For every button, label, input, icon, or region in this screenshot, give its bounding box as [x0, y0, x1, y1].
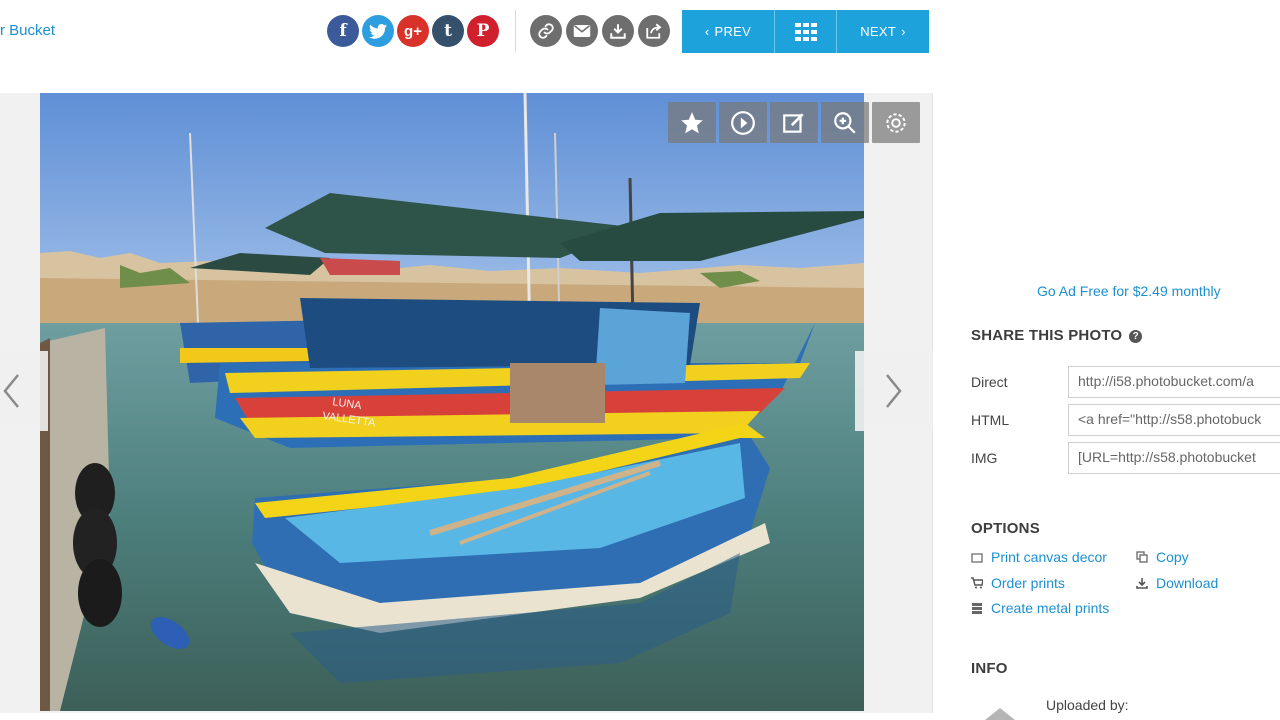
share-label-html: HTML — [971, 412, 1010, 428]
twitter-icon[interactable] — [362, 15, 394, 47]
metal-print-icon — [972, 603, 982, 614]
prev-button[interactable]: ‹ PREV — [682, 10, 774, 53]
img-code-field[interactable]: [URL=http://s58.photobucket — [1068, 442, 1280, 474]
direct-link-field[interactable]: http://i58.photobucket.com/a — [1068, 366, 1280, 398]
canvas-icon — [971, 553, 983, 563]
share-out-icon[interactable] — [638, 15, 670, 47]
next-photo-arrow[interactable] — [855, 351, 933, 431]
next-button[interactable]: NEXT › — [837, 10, 929, 53]
settings-icon[interactable] — [872, 102, 920, 143]
cart-icon — [971, 577, 983, 589]
main-photo[interactable]: LUNA VALLETTA — [40, 93, 864, 711]
html-code-field[interactable]: <a href="http://s58.photobuck — [1068, 404, 1280, 436]
link-icon[interactable] — [530, 15, 562, 47]
facebook-icon[interactable]: f — [327, 15, 359, 47]
uploaded-by-label: Uploaded by: — [1046, 697, 1129, 713]
download-icon — [1136, 578, 1148, 589]
print-canvas-label: Print canvas decor — [991, 549, 1107, 565]
copy-icon — [1136, 551, 1148, 563]
zoom-icon[interactable] — [821, 102, 869, 143]
order-prints-label: Order prints — [991, 575, 1065, 591]
pinterest-icon[interactable]: P — [467, 15, 499, 47]
create-metal-label: Create metal prints — [991, 600, 1110, 616]
copy-label: Copy — [1156, 549, 1189, 565]
chevron-right-icon — [886, 374, 902, 408]
toolbar-divider — [515, 10, 516, 52]
options-title: OPTIONS — [971, 520, 1040, 537]
share-label-direct: Direct — [971, 374, 1008, 390]
prev-label: PREV — [714, 24, 752, 39]
share-title-text: SHARE THIS PHOTO — [971, 327, 1123, 344]
chevron-left-icon: ‹ — [704, 24, 710, 39]
grid-view-button[interactable] — [774, 10, 837, 53]
grid-icon — [794, 22, 817, 41]
next-label: NEXT — [860, 24, 897, 39]
edit-icon[interactable] — [770, 102, 818, 143]
go-ad-free-link[interactable]: Go Ad Free for $2.49 monthly — [1037, 283, 1221, 299]
photo-page: r Bucket f g+ t P ‹ PREV NEXT › LUNA VAL… — [0, 0, 1280, 720]
tumblr-icon[interactable]: t — [432, 15, 464, 47]
copy-option[interactable]: Copy — [1136, 549, 1189, 565]
share-section-title: SHARE THIS PHOTO? — [971, 327, 1143, 344]
print-canvas-option[interactable]: Print canvas decor — [971, 549, 1107, 565]
download-icon[interactable] — [602, 15, 634, 47]
photo-navigation: ‹ PREV NEXT › — [682, 10, 929, 53]
previous-photo-arrow[interactable] — [0, 351, 48, 431]
share-label-img: IMG — [971, 450, 998, 466]
photo-action-bar — [530, 15, 670, 47]
social-share-bar: f g+ t P — [327, 15, 499, 47]
play-icon[interactable] — [719, 102, 767, 143]
star-icon[interactable] — [668, 102, 716, 143]
avatar — [985, 708, 1015, 720]
photo-viewer: LUNA VALLETTA — [0, 93, 933, 713]
info-title: INFO — [971, 660, 1008, 677]
photo-overlay-tools — [668, 102, 920, 143]
download-label: Download — [1156, 575, 1219, 591]
email-icon[interactable] — [566, 15, 598, 47]
create-metal-prints-option[interactable]: Create metal prints — [971, 600, 1109, 616]
google-plus-icon[interactable]: g+ — [397, 15, 429, 47]
help-icon[interactable]: ? — [1129, 330, 1143, 343]
download-option[interactable]: Download — [1136, 575, 1218, 591]
breadcrumb-link[interactable]: r Bucket — [0, 22, 55, 39]
chevron-left-icon — [3, 374, 19, 408]
order-prints-option[interactable]: Order prints — [971, 575, 1065, 591]
chevron-right-icon: › — [901, 24, 906, 39]
